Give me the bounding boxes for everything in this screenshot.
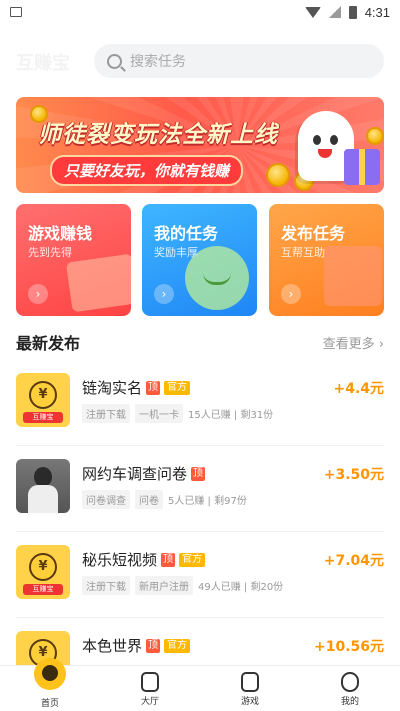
top-badge: 顶 (146, 380, 161, 395)
mascot-label: 互赚宝 (23, 412, 63, 423)
bottom-nav: 首页 大厅 游戏 我的 (0, 658, 400, 711)
task-name: 秘乐短视频 (82, 551, 158, 569)
battery-icon (348, 5, 357, 19)
task-tag: 注册下载 (82, 576, 130, 595)
nav-label: 首页 (40, 699, 59, 709)
task-tag: 新用户注册 (135, 576, 193, 595)
task-thumbnail: ¥ 互赚宝 (16, 373, 70, 427)
search-input[interactable]: 搜索任务 (94, 44, 384, 78)
card-publish-task[interactable]: 发布任务 互帮互助 › (269, 204, 384, 316)
task-tag: 一机一卡 (135, 404, 183, 423)
mascot-icon: ¥ (29, 381, 57, 409)
banner-subtitle: 只要好友玩，你就有钱赚 (50, 155, 244, 186)
search-icon (107, 53, 122, 69)
task-name: 本色世界 (82, 637, 143, 655)
task-tag: 问卷调查 (82, 490, 130, 509)
list-item[interactable]: ¥ 互赚宝 链淘实名 顶 官方 注册下载 一机一卡 15人已赚 | 剩31份 +… (16, 360, 384, 446)
list-item[interactable]: ¥ 互赚宝 秘乐短视频 顶 官方 注册下载 新用户注册 49人已赚 | 剩20份… (16, 532, 384, 618)
list-item[interactable]: 网约车调查问卷 顶 问卷调查 问卷 5人已赚 | 剩97份 +3.50元 (16, 446, 384, 532)
mascot-label: 互赚宝 (23, 584, 63, 595)
promo-banner[interactable]: 师徒裂变玩法全新上线 只要好友玩，你就有钱赚 (16, 97, 384, 193)
task-reward: +7.04元 (323, 553, 384, 569)
top-badge: 顶 (191, 466, 206, 481)
nav-hall[interactable]: 大厅 (120, 666, 180, 711)
search-placeholder: 搜索任务 (130, 54, 186, 70)
latest-section-header: 最新发布 查看更多 › (16, 330, 384, 354)
status-bar: 4:31 (0, 0, 400, 24)
app-logo: 互赚宝 (16, 53, 70, 74)
task-name: 链淘实名 (82, 379, 143, 397)
nav-label: 大厅 (140, 697, 159, 707)
task-reward: +4.4元 (333, 381, 384, 397)
wifi-icon (304, 6, 321, 18)
arrow-right-icon: › (154, 284, 174, 304)
chevron-right-icon: › (378, 336, 384, 352)
official-badge: 官方 (164, 380, 191, 395)
game-icon (241, 672, 259, 692)
card-subtitle: 先到先得 (28, 246, 72, 259)
view-more-link[interactable]: 查看更多 › (323, 333, 384, 352)
task-thumbnail: ¥ 互赚宝 (16, 545, 70, 599)
view-more-label: 查看更多 (322, 336, 375, 352)
nav-home[interactable]: 首页 (20, 658, 80, 711)
task-list: ¥ 互赚宝 链淘实名 顶 官方 注册下载 一机一卡 15人已赚 | 剩31份 +… (16, 360, 384, 704)
card-my-tasks[interactable]: 我的任务 奖励丰厚 › (142, 204, 257, 316)
card-subtitle: 互帮互助 (281, 246, 325, 259)
task-stats: 5人已赚 | 剩97份 (168, 496, 247, 507)
ghost-eye (330, 135, 338, 145)
nav-game[interactable]: 游戏 (220, 666, 280, 711)
status-time: 4:31 (364, 4, 390, 20)
mascot-icon: ¥ (29, 553, 57, 581)
arrow-right-icon: › (28, 284, 48, 304)
status-icons: 4:31 (304, 4, 390, 20)
task-tag: 问卷 (135, 490, 163, 509)
card-title: 发布任务 (281, 224, 346, 243)
top-badge: 顶 (146, 638, 161, 653)
coin-icon (266, 163, 290, 187)
nav-label: 我的 (340, 697, 359, 707)
ghost-mouth (318, 149, 332, 158)
gift-box-icon (344, 149, 380, 185)
card-subtitle: 奖励丰厚 (154, 246, 198, 259)
task-stats: 49人已赚 | 剩20份 (198, 582, 284, 593)
signal-icon (328, 6, 341, 18)
person-photo-body (28, 485, 58, 513)
coin-icon (366, 127, 384, 145)
hall-icon (141, 672, 159, 692)
card-game-earn[interactable]: 游戏赚钱 先到先得 › (16, 204, 131, 316)
document-deco-icon (324, 246, 382, 306)
top-bar: 互赚宝 搜索任务 (0, 43, 400, 79)
ghost-eye (313, 135, 321, 145)
task-reward: +10.56元 (313, 639, 384, 655)
person-photo (34, 467, 52, 487)
category-cards: 游戏赚钱 先到先得 › 我的任务 奖励丰厚 › 发布任务 互帮互助 › (16, 204, 384, 316)
coin-icon (30, 105, 48, 123)
task-stats: 15人已赚 | 剩31份 (188, 410, 274, 421)
image-notification-icon (10, 7, 22, 17)
top-badge: 顶 (161, 552, 176, 567)
official-badge: 官方 (164, 638, 191, 653)
card-title: 我的任务 (154, 224, 219, 243)
task-tag: 注册下载 (82, 404, 130, 423)
task-thumbnail (16, 459, 70, 513)
task-name: 网约车调查问卷 (82, 465, 188, 483)
arrow-right-icon: › (281, 284, 301, 304)
home-icon (34, 658, 66, 690)
profile-icon (341, 672, 359, 692)
nav-label: 游戏 (240, 697, 259, 707)
card-title: 游戏赚钱 (28, 224, 93, 243)
nav-profile[interactable]: 我的 (320, 666, 380, 711)
official-badge: 官方 (179, 552, 206, 567)
section-title: 最新发布 (16, 334, 81, 353)
game-deco-icon (65, 253, 131, 313)
task-reward: +3.50元 (323, 467, 384, 483)
banner-title: 师徒裂变玩法全新上线 (38, 122, 278, 148)
